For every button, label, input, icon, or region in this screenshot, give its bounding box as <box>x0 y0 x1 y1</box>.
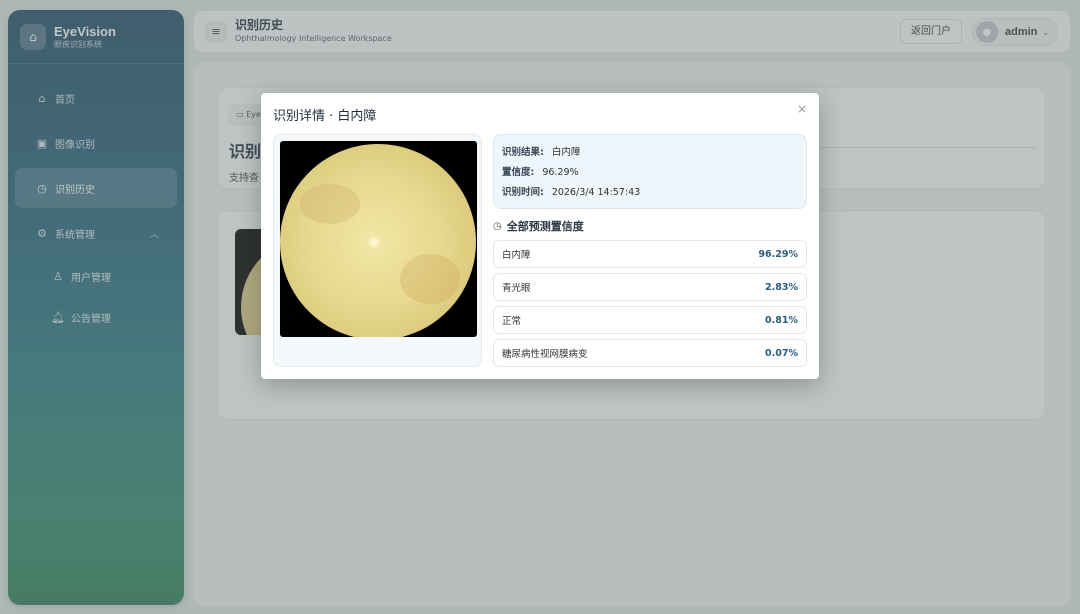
fundus-image <box>280 141 477 337</box>
prediction-value: 0.81% <box>765 314 798 326</box>
prediction-list: 白内障 96.29% 青光眼 2.83% 正常 0.81% 糖尿病性视网膜病变 … <box>493 240 807 372</box>
predictions-heading: ◷ 全部预测置信度 <box>493 218 584 234</box>
close-icon[interactable]: × <box>797 102 807 116</box>
list-item: 正常 0.81% <box>493 306 807 334</box>
list-item: 糖尿病性视网膜病变 0.07% <box>493 339 807 367</box>
prediction-value: 2.83% <box>765 281 798 293</box>
fundus-shade <box>300 184 360 224</box>
time-label: 识别时间: <box>502 187 544 198</box>
result-value: 白内障 <box>551 147 581 158</box>
optic-disc-spot <box>368 236 380 248</box>
prediction-value: 96.29% <box>758 248 798 260</box>
prediction-value: 0.07% <box>765 347 798 359</box>
confidence-row: 置信度: 96.29% <box>502 163 798 183</box>
confidence-label: 置信度: <box>502 167 535 178</box>
image-panel <box>273 134 482 367</box>
result-summary: 识别结果: 白内障 置信度: 96.29% 识别时间: 2026/3/4 14:57:… <box>493 134 807 209</box>
dialog-title: 识别详情 · 白内障 <box>273 109 377 124</box>
time-row: 识别时间: 2026/3/4 14:57:43 <box>502 183 798 203</box>
result-row: 识别结果: 白内障 <box>502 143 798 163</box>
clock-icon: ◷ <box>493 220 502 232</box>
recognition-detail-dialog: 识别详情 · 白内障 × 识别结果: 白内障 置信度: 96.29% 识别时间: 20… <box>261 93 819 379</box>
fundus-shade <box>400 254 460 304</box>
fundus-disc <box>280 144 476 337</box>
prediction-name: 白内障 <box>502 250 531 261</box>
time-value: 2026/3/4 14:57:43 <box>551 187 641 198</box>
list-item: 青光眼 2.83% <box>493 273 807 301</box>
prediction-name: 糖尿病性视网膜病变 <box>502 349 588 360</box>
predictions-title: 全部预测置信度 <box>506 220 584 233</box>
result-label: 识别结果: <box>502 147 544 158</box>
prediction-name: 青光眼 <box>502 283 531 294</box>
confidence-value: 96.29% <box>542 167 579 178</box>
prediction-name: 正常 <box>502 316 522 327</box>
list-item: 白内障 96.29% <box>493 240 807 268</box>
